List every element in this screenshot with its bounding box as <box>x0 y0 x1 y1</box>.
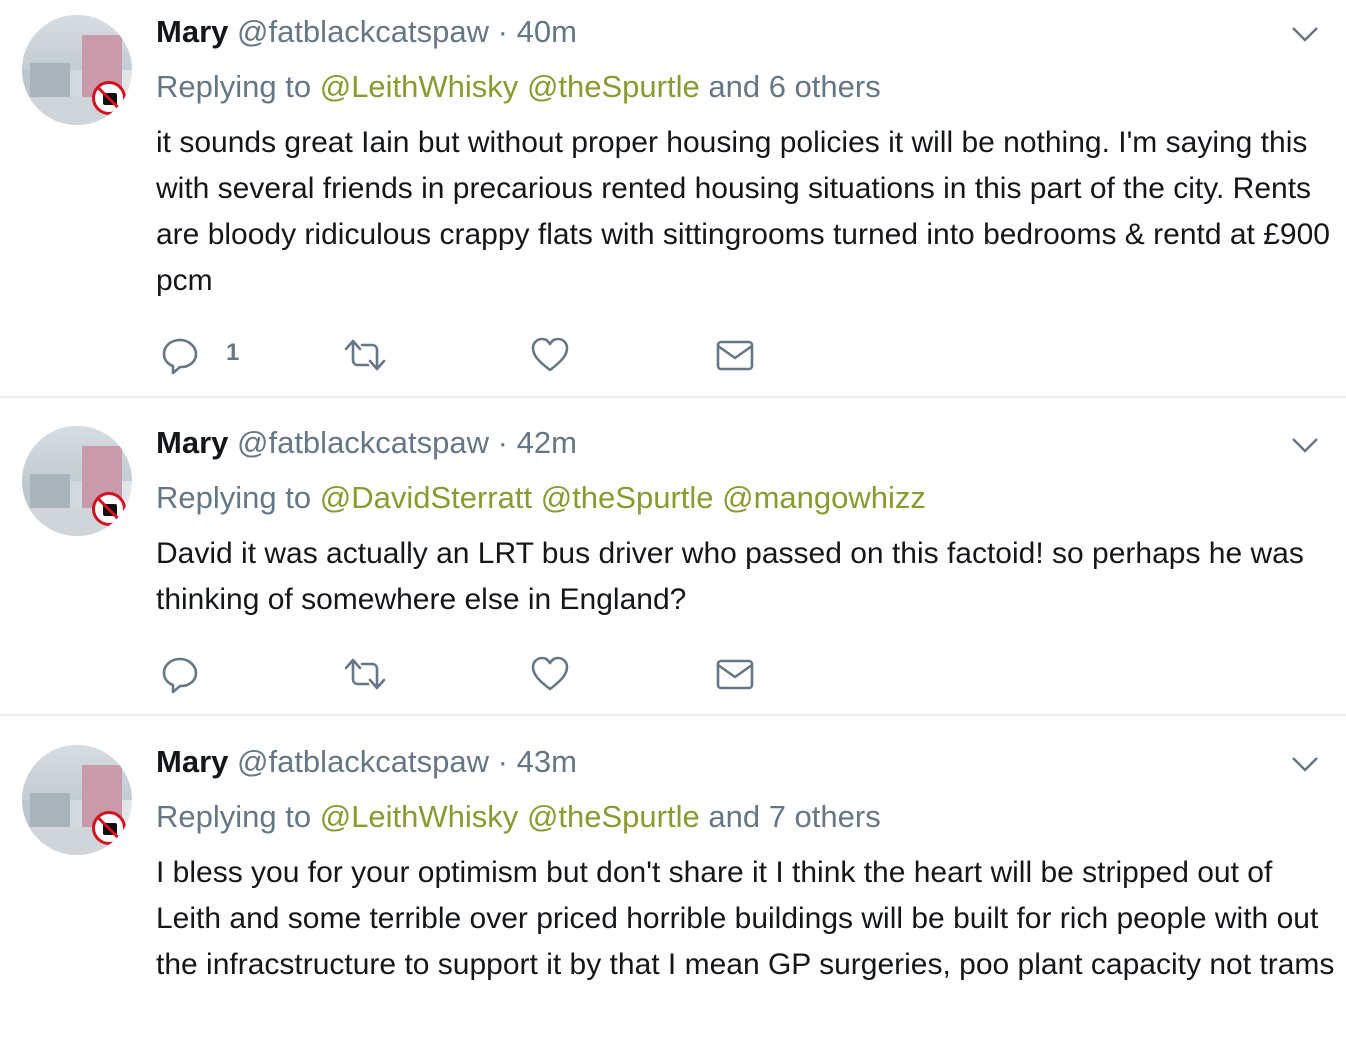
timestamp[interactable]: 43m <box>517 744 577 779</box>
like-button[interactable] <box>530 335 570 375</box>
separator-dot: · <box>497 14 508 49</box>
timestamp[interactable]: 40m <box>517 14 577 49</box>
others-link[interactable]: and 7 others <box>708 799 880 834</box>
tweet-text: David it was actually an LRT bus driver … <box>156 537 1304 616</box>
no-car-badge-icon <box>92 81 126 115</box>
tweet[interactable]: Mary @fatblackcatspaw · 42m Replying to … <box>0 398 1346 714</box>
timestamp[interactable]: 42m <box>517 425 577 460</box>
avatar[interactable] <box>22 426 132 536</box>
user-handle[interactable]: @fatblackcatspaw <box>237 425 489 460</box>
message-button[interactable] <box>715 654 755 694</box>
tweet-text: I bless you for your optimism but don't … <box>156 856 1335 981</box>
reply-icon <box>162 657 198 694</box>
message-icon <box>716 340 754 371</box>
display-name[interactable]: Mary <box>156 425 228 460</box>
retweet-icon <box>344 658 386 690</box>
tweet-header: Mary @fatblackcatspaw · 40m <box>156 14 577 50</box>
replying-to: Replying to @LeithWhisky @theSpurtle and… <box>156 799 881 835</box>
replying-prefix: Replying to <box>156 799 312 834</box>
reply-icon <box>162 338 198 375</box>
reply-button[interactable]: 1 <box>160 335 239 375</box>
display-name[interactable]: Mary <box>156 14 228 49</box>
no-car-badge-icon <box>92 811 126 845</box>
replying-to: Replying to @LeithWhisky @theSpurtle and… <box>156 69 881 105</box>
like-icon <box>531 656 569 691</box>
chevron-down-icon[interactable] <box>1290 24 1320 44</box>
reply-count: 1 <box>226 339 240 366</box>
chevron-down-icon[interactable] <box>1290 754 1320 774</box>
tweet[interactable]: Mary @fatblackcatspaw · 43m Replying to … <box>0 716 1346 1042</box>
avatar[interactable] <box>22 15 132 125</box>
replying-prefix: Replying to <box>156 69 312 104</box>
mention-link[interactable]: @DavidSterratt <box>320 480 532 515</box>
mention-link[interactable]: @theSpurtle <box>541 480 714 515</box>
reply-button[interactable] <box>160 654 200 694</box>
separator-dot: · <box>497 425 508 460</box>
like-button[interactable] <box>530 654 570 694</box>
avatar[interactable] <box>22 745 132 855</box>
retweet-icon <box>344 339 386 371</box>
mention-link[interactable]: @theSpurtle <box>527 799 700 834</box>
chevron-down-icon[interactable] <box>1290 435 1320 455</box>
tweet-text: it sounds great Iain but without proper … <box>156 126 1330 297</box>
tweet[interactable]: Mary @fatblackcatspaw · 40m Replying to … <box>0 0 1346 396</box>
tweet-header: Mary @fatblackcatspaw · 42m <box>156 425 577 461</box>
separator-dot: · <box>497 744 508 779</box>
tweet-actions <box>160 654 860 694</box>
mention-link[interactable]: @LeithWhisky <box>320 799 519 834</box>
mention-link[interactable]: @LeithWhisky <box>320 69 519 104</box>
tweet-header: Mary @fatblackcatspaw · 43m <box>156 744 577 780</box>
message-button[interactable] <box>715 335 755 375</box>
no-car-badge-icon <box>92 492 126 526</box>
others-link[interactable]: and 6 others <box>708 69 880 104</box>
retweet-button[interactable] <box>342 654 388 694</box>
retweet-button[interactable] <box>342 335 388 375</box>
message-icon <box>716 659 754 690</box>
mention-link[interactable]: @theSpurtle <box>527 69 700 104</box>
display-name[interactable]: Mary <box>156 744 228 779</box>
tweet-actions: 1 <box>160 335 860 375</box>
user-handle[interactable]: @fatblackcatspaw <box>237 14 489 49</box>
user-handle[interactable]: @fatblackcatspaw <box>237 744 489 779</box>
mention-link[interactable]: @mangowhizz <box>722 480 926 515</box>
replying-prefix: Replying to <box>156 480 312 515</box>
like-icon <box>531 337 569 372</box>
replying-to: Replying to @DavidSterratt @theSpurtle @… <box>156 480 926 516</box>
